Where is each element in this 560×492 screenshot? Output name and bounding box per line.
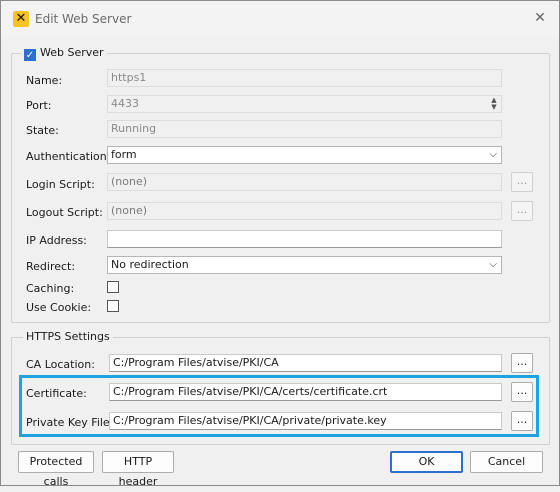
spin-arrows-icon[interactable]: ▲ ▼ bbox=[489, 97, 499, 111]
protected-calls-button[interactable]: Protected calls bbox=[18, 451, 94, 488]
logout-script-browse-button[interactable]: ... bbox=[511, 201, 533, 221]
logout-script-field[interactable]: (none) bbox=[107, 202, 502, 220]
certificate-browse-button[interactable]: ... bbox=[511, 382, 533, 402]
login-script-field[interactable]: (none) bbox=[107, 173, 502, 191]
web-server-legend: ✓ Web Server bbox=[21, 46, 107, 61]
chevron-down-icon: ⌵ bbox=[489, 149, 497, 160]
redirect-select[interactable]: No redirection ⌵ bbox=[107, 256, 502, 274]
close-icon[interactable]: ✕ bbox=[531, 9, 549, 27]
certificate-label: Certificate: bbox=[26, 387, 87, 400]
use-cookie-label: Use Cookie: bbox=[26, 301, 92, 314]
state-field[interactable]: Running bbox=[107, 120, 502, 138]
port-stepper[interactable]: 4433 ▲ ▼ bbox=[107, 95, 502, 113]
ca-location-label: CA Location: bbox=[26, 358, 95, 371]
caching-label: Caching: bbox=[26, 282, 75, 295]
redirect-value: No redirection bbox=[111, 258, 189, 271]
https-settings-legend: HTTPS Settings bbox=[23, 330, 113, 343]
use-cookie-checkbox[interactable] bbox=[107, 300, 119, 312]
name-field[interactable]: https1 bbox=[107, 69, 502, 87]
ca-location-input[interactable]: C:/Program Files/atvise/PKI/CA bbox=[109, 354, 502, 372]
window-title: Edit Web Server bbox=[35, 12, 132, 26]
logout-script-label: Logout Script: bbox=[26, 206, 103, 219]
title-bar: ✕ Edit Web Server ✕ bbox=[1, 1, 559, 37]
login-script-label: Login Script: bbox=[26, 178, 95, 191]
private-key-label: Private Key File: bbox=[26, 416, 114, 429]
caching-checkbox[interactable] bbox=[107, 281, 119, 293]
cancel-button[interactable]: Cancel bbox=[470, 451, 543, 473]
authentication-select[interactable]: form ⌵ bbox=[107, 146, 502, 164]
web-server-group-label: Web Server bbox=[40, 46, 104, 59]
app-logo-icon: ✕ bbox=[13, 11, 29, 27]
web-server-checkbox[interactable]: ✓ bbox=[24, 49, 36, 61]
port-label: Port: bbox=[26, 99, 52, 112]
private-key-browse-button[interactable]: ... bbox=[511, 411, 533, 431]
private-key-input[interactable]: C:/Program Files/atvise/PKI/CA/private/p… bbox=[109, 412, 502, 430]
http-header-button[interactable]: HTTP header bbox=[102, 451, 174, 488]
ip-address-label: IP Address: bbox=[26, 234, 87, 247]
port-value: 4433 bbox=[111, 97, 139, 110]
state-label: State: bbox=[26, 124, 59, 137]
authentication-label: Authentication: bbox=[26, 150, 111, 163]
edit-web-server-dialog: ✕ Edit Web Server ✕ ✓ Web Server Name: ht… bbox=[0, 0, 560, 488]
ip-address-input[interactable] bbox=[107, 230, 502, 248]
redirect-label: Redirect: bbox=[26, 260, 76, 273]
login-script-browse-button[interactable]: ... bbox=[511, 172, 533, 192]
ca-location-browse-button[interactable]: ... bbox=[511, 353, 533, 373]
authentication-value: form bbox=[111, 148, 137, 161]
chevron-down-icon: ⌵ bbox=[489, 259, 497, 270]
name-label: Name: bbox=[26, 74, 63, 87]
certificate-input[interactable]: C:/Program Files/atvise/PKI/CA/certs/cer… bbox=[109, 383, 502, 401]
ok-button[interactable]: OK bbox=[390, 451, 463, 473]
